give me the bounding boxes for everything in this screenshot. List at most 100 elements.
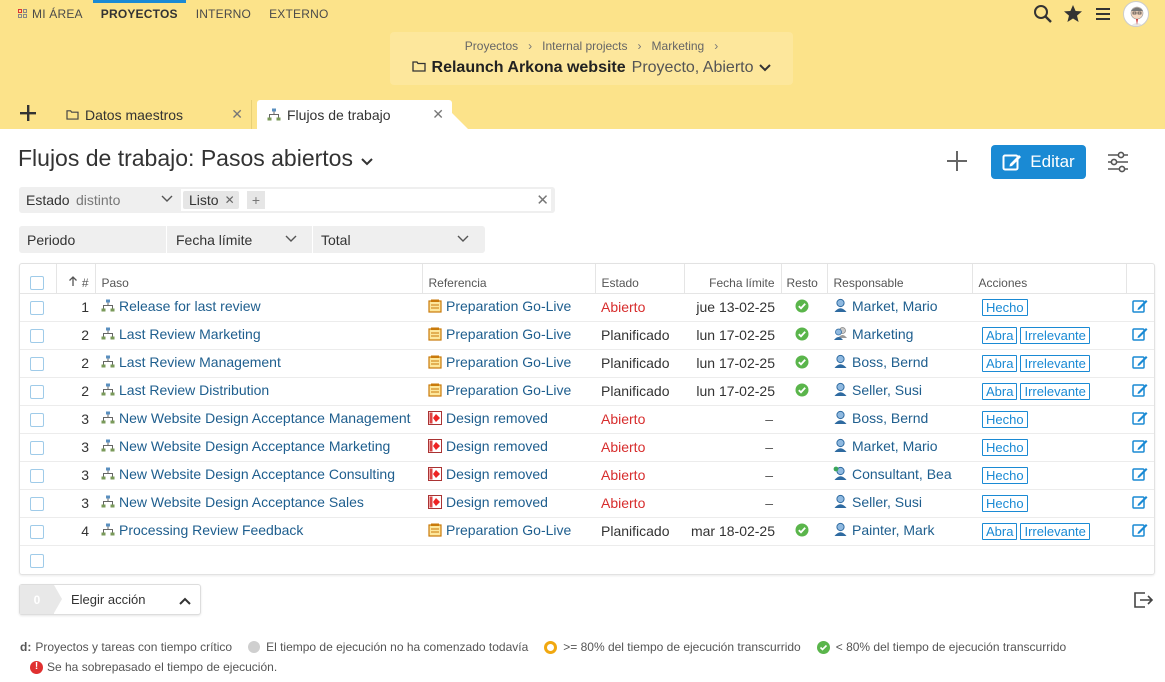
responsible-link[interactable]: Boss, Bernd xyxy=(852,410,928,426)
step-link[interactable]: Processing Review Feedback xyxy=(119,522,303,538)
chevron-down-icon[interactable] xyxy=(160,191,174,208)
table-row[interactable]: 2 Last Review Marketing Preparation Go-Liv… xyxy=(20,321,1154,350)
edit-icon[interactable] xyxy=(1132,355,1148,373)
nav-projects[interactable]: PROYECTOS xyxy=(92,0,186,28)
breadcrumb-item[interactable]: Internal projects xyxy=(542,39,627,53)
add-button[interactable] xyxy=(946,150,968,175)
edit-button[interactable]: Editar xyxy=(991,145,1086,179)
edit-icon[interactable] xyxy=(1132,299,1148,317)
responsible-link[interactable]: Market, Mario xyxy=(852,298,938,314)
done-button[interactable]: Hecho xyxy=(982,410,1028,428)
row-checkbox[interactable] xyxy=(30,357,44,372)
clear-filter-icon[interactable]: ✕ xyxy=(536,191,549,209)
irrelevant-button[interactable]: Irrelevante xyxy=(1020,326,1090,344)
breadcrumb-item[interactable]: Marketing xyxy=(652,39,705,53)
done-button[interactable]: Hecho xyxy=(982,494,1028,512)
breadcrumb-item[interactable]: Proyectos xyxy=(465,39,518,53)
step-link[interactable]: New Website Design Acceptance Marketing xyxy=(119,438,390,454)
responsible-link[interactable]: Seller, Susi xyxy=(852,494,922,510)
row-checkbox[interactable] xyxy=(30,413,44,428)
done-button[interactable]: Hecho xyxy=(982,298,1028,316)
project-title[interactable]: Relaunch Arkona website Proyecto, Abiert… xyxy=(390,59,793,77)
reference-link[interactable]: Design removed xyxy=(446,494,548,510)
row-checkbox[interactable] xyxy=(30,554,44,569)
nav-internal[interactable]: INTERNO xyxy=(196,0,251,28)
table-row[interactable]: 3 New Website Design Acceptance Managemen… xyxy=(20,405,1154,434)
responsible-link[interactable]: Marketing xyxy=(852,326,913,342)
row-checkbox[interactable] xyxy=(30,525,44,540)
row-checkbox[interactable] xyxy=(30,385,44,400)
col-remaining[interactable]: Resto xyxy=(781,264,828,294)
row-checkbox[interactable] xyxy=(30,441,44,456)
edit-icon[interactable] xyxy=(1132,327,1148,345)
edit-icon[interactable] xyxy=(1132,439,1148,457)
edit-icon[interactable] xyxy=(1132,383,1148,401)
export-icon[interactable] xyxy=(1132,590,1154,615)
row-checkbox[interactable] xyxy=(30,301,44,316)
row-checkbox[interactable] xyxy=(30,497,44,512)
select-all-checkbox[interactable] xyxy=(30,276,44,291)
open-button[interactable]: Abra xyxy=(982,382,1018,400)
reference-link[interactable]: Design removed xyxy=(446,438,548,454)
row-checkbox[interactable] xyxy=(30,469,44,484)
open-button[interactable]: Abra xyxy=(982,522,1018,540)
responsible-link[interactable]: Boss, Bernd xyxy=(852,354,928,370)
irrelevant-button[interactable]: Irrelevante xyxy=(1020,382,1090,400)
col-due-date[interactable]: Fecha límite xyxy=(684,264,782,294)
open-button[interactable]: Abra xyxy=(982,354,1018,372)
edit-icon[interactable] xyxy=(1132,495,1148,513)
chevron-down-icon[interactable] xyxy=(456,231,470,248)
step-link[interactable]: Release for last review xyxy=(119,298,261,314)
responsible-link[interactable]: Painter, Mark xyxy=(852,522,934,538)
table-row[interactable]: 2 Last Review Distribution Preparation Go-… xyxy=(20,377,1154,406)
reference-link[interactable]: Design removed xyxy=(446,466,548,482)
search-icon[interactable] xyxy=(1033,4,1053,24)
table-row[interactable]: 3 New Website Design Acceptance Consultin… xyxy=(20,461,1154,490)
tab-master-data[interactable]: Datos maestros ✕ xyxy=(56,100,252,129)
date-field-select[interactable]: Fecha límite xyxy=(176,232,252,248)
close-icon[interactable]: ✕ xyxy=(225,193,235,207)
reference-link[interactable]: Preparation Go-Live xyxy=(446,382,571,398)
col-status[interactable]: Estado xyxy=(595,264,685,294)
range-select[interactable]: Total xyxy=(321,232,351,248)
irrelevant-button[interactable]: Irrelevante xyxy=(1020,354,1090,372)
table-row[interactable]: 4 Processing Review Feedback Preparation G… xyxy=(20,517,1154,546)
reference-link[interactable]: Preparation Go-Live xyxy=(446,298,571,314)
menu-icon[interactable] xyxy=(1093,4,1113,24)
reference-link[interactable]: Preparation Go-Live xyxy=(446,326,571,342)
edit-icon[interactable] xyxy=(1132,411,1148,429)
star-icon[interactable] xyxy=(1063,4,1083,24)
reference-link[interactable]: Preparation Go-Live xyxy=(446,522,571,538)
bulk-action-select[interactable]: 0 Elegir acción xyxy=(19,584,201,615)
step-link[interactable]: Last Review Management xyxy=(119,354,281,370)
avatar[interactable] xyxy=(1123,1,1149,27)
col-reference[interactable]: Referencia xyxy=(422,264,596,294)
row-checkbox[interactable] xyxy=(30,329,44,344)
table-row[interactable]: 3 New Website Design Acceptance Sales Desi… xyxy=(20,489,1154,518)
responsible-link[interactable]: Market, Mario xyxy=(852,438,938,454)
reference-link[interactable]: Preparation Go-Live xyxy=(446,354,571,370)
nav-external[interactable]: EXTERNO xyxy=(269,0,328,28)
step-link[interactable]: New Website Design Acceptance Management xyxy=(119,410,411,426)
filter-operator[interactable]: distinto xyxy=(76,192,120,208)
reference-link[interactable]: Design removed xyxy=(446,410,548,426)
page-title[interactable]: Flujos de trabajo: Pasos abiertos xyxy=(18,145,373,172)
step-link[interactable]: Last Review Marketing xyxy=(119,326,261,342)
irrelevant-button[interactable]: Irrelevante xyxy=(1020,522,1090,540)
chevron-down-icon[interactable] xyxy=(284,231,298,248)
responsible-link[interactable]: Consultant, Bea xyxy=(852,466,952,482)
filter-value-box[interactable]: Listo ✕ + xyxy=(181,189,551,211)
responsible-link[interactable]: Seller, Susi xyxy=(852,382,922,398)
step-link[interactable]: Last Review Distribution xyxy=(119,382,269,398)
table-row[interactable]: 3 New Website Design Acceptance Marketing… xyxy=(20,433,1154,462)
sliders-icon[interactable] xyxy=(1107,151,1129,178)
table-row[interactable]: 1 Release for last review Preparation Go-L… xyxy=(20,293,1154,322)
done-button[interactable]: Hecho xyxy=(982,466,1028,484)
step-link[interactable]: New Website Design Acceptance Consulting xyxy=(119,466,395,482)
col-step[interactable]: Paso xyxy=(95,264,423,294)
add-tab-button[interactable] xyxy=(14,101,42,125)
edit-icon[interactable] xyxy=(1132,523,1148,541)
add-filter-value-button[interactable]: + xyxy=(247,191,265,209)
nav-my-area[interactable]: MI ÁREA xyxy=(18,0,83,28)
table-row[interactable]: 2 Last Review Management Preparation Go-Li… xyxy=(20,349,1154,378)
